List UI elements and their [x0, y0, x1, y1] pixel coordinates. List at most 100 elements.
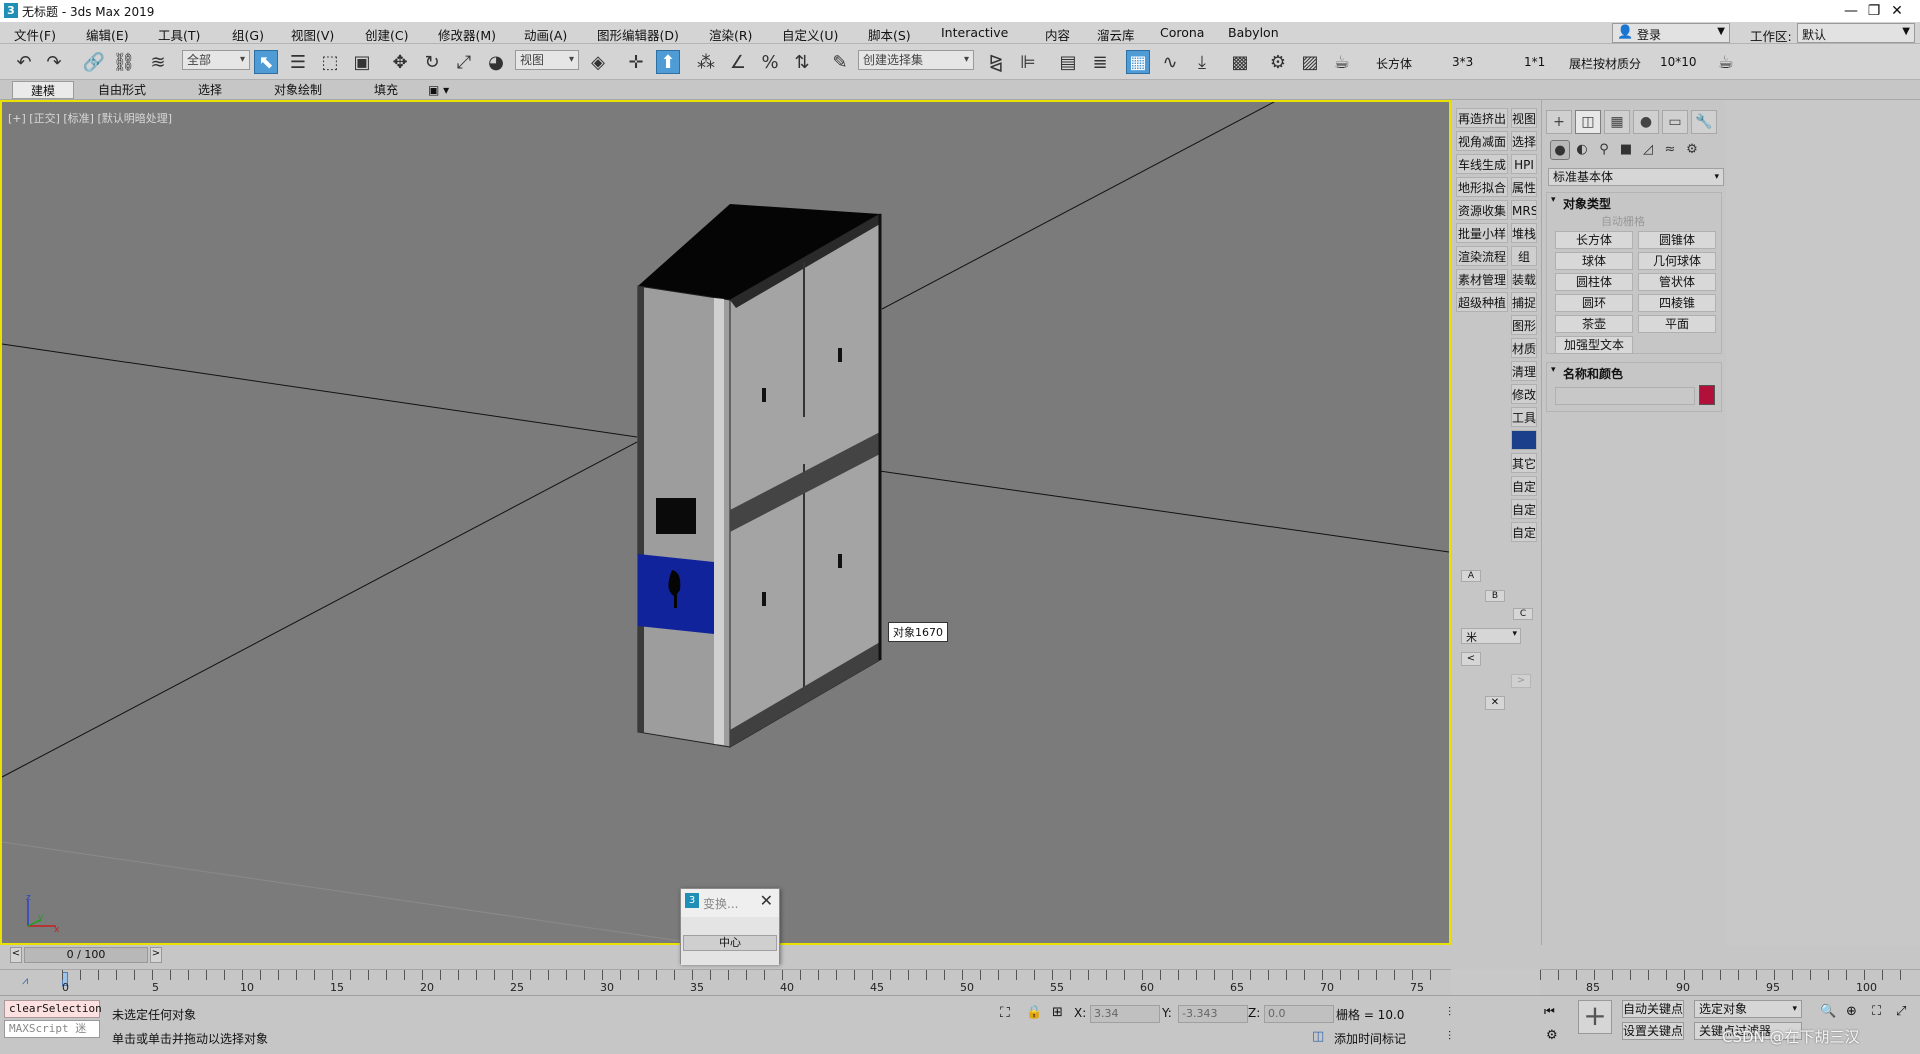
goto-start-icon[interactable]: ⏮ [1544, 1004, 1555, 1019]
maximize-viewport-icon[interactable]: ⤢ [1896, 1004, 1906, 1019]
object-name-field[interactable] [1555, 387, 1695, 405]
plugin-color-button[interactable] [1511, 430, 1537, 450]
plugin-button[interactable]: 资源收集 [1456, 200, 1508, 220]
pyramid-button[interactable]: 四棱锥 [1638, 294, 1716, 312]
scene-explorer-icon[interactable]: ▤ [1056, 50, 1080, 74]
close-plugin-button[interactable]: ✕ [1485, 696, 1505, 710]
tab-populate[interactable]: 填充 [366, 81, 406, 99]
layer-explorer-icon[interactable]: ≣ [1088, 50, 1112, 74]
prev-button[interactable]: < [1461, 652, 1481, 666]
edit-named-sets-icon[interactable]: ✎ [828, 50, 852, 74]
rollout-collapse-icon[interactable]: ▾ [1551, 195, 1556, 205]
plane-button[interactable]: 平面 [1638, 315, 1716, 333]
plugin-button[interactable]: 视角减面 [1456, 131, 1508, 151]
percent-snap-icon[interactable]: % [758, 50, 782, 74]
select-by-name-icon[interactable]: ☰ [286, 50, 310, 74]
helpers-icon[interactable]: ◿ [1638, 140, 1658, 160]
menu-graph-editors[interactable]: 图形编辑器(D) [597, 25, 679, 44]
x-coord-field[interactable]: 3.34 [1090, 1005, 1160, 1023]
workspace-dropdown[interactable]: 默认 ▼ [1797, 23, 1915, 43]
plugin-button[interactable]: 超级种植 [1456, 292, 1508, 312]
plugin-button[interactable]: 清理 [1511, 361, 1537, 381]
custom-tool-box[interactable]: 长方体 [1376, 55, 1412, 72]
maxscript-input[interactable]: MAXScript 迷 [4, 1020, 100, 1038]
lock-icon[interactable]: 🔒 [1026, 1005, 1042, 1020]
set-key-button[interactable]: 设置关键点 [1622, 1022, 1684, 1040]
shapes-icon[interactable]: ◐ [1572, 140, 1592, 160]
zoom-extents-icon[interactable]: ⛶ [1872, 1004, 1881, 1019]
rendered-frame-icon[interactable]: ▨ [1298, 50, 1322, 74]
redo-icon[interactable]: ↷ [42, 50, 66, 74]
menu-corona[interactable]: Corona [1160, 25, 1204, 40]
next-frame-button[interactable]: > [150, 947, 162, 963]
trackbar[interactable]: ⩘ 0 5 10 15 20 25 30 35 40 45 50 55 60 6… [0, 969, 1451, 995]
plugin-button[interactable]: 选择 [1511, 131, 1537, 151]
plugin-button[interactable]: 堆栈 [1511, 223, 1537, 243]
object-color-swatch[interactable] [1699, 385, 1715, 405]
button-a[interactable]: A [1461, 570, 1481, 582]
hierarchy-tab-icon[interactable]: ▦ [1604, 110, 1630, 134]
plugin-button[interactable]: 自定 [1511, 476, 1537, 496]
display-tab-icon[interactable]: ▭ [1662, 110, 1688, 134]
center-button[interactable]: 中心 [683, 935, 777, 951]
cameras-icon[interactable]: ■ [1616, 140, 1636, 160]
motion-tab-icon[interactable]: ● [1633, 110, 1659, 134]
plugin-button[interactable]: 组 [1511, 246, 1537, 266]
curve-editor-icon[interactable]: ∿ [1158, 50, 1182, 74]
move-icon[interactable]: ✥ [388, 50, 412, 74]
tab-selection[interactable]: 选择 [190, 81, 230, 99]
plugin-button[interactable]: 材质 [1511, 338, 1537, 358]
systems-icon[interactable]: ⚙ [1682, 140, 1702, 160]
close-icon[interactable]: ✕ [760, 891, 773, 910]
plugin-button[interactable]: HPI [1511, 154, 1537, 174]
plugin-button[interactable]: 素材管理 [1456, 269, 1508, 289]
menu-babylon[interactable]: Babylon [1228, 25, 1279, 40]
cylinder-button[interactable]: 圆柱体 [1555, 273, 1633, 291]
rotate-icon[interactable]: ↻ [420, 50, 444, 74]
time-tag-icon[interactable]: ◫ [1312, 1029, 1324, 1044]
menu-tools[interactable]: 工具(T) [158, 25, 200, 44]
rollout-collapse-icon[interactable]: ▾ [1551, 365, 1556, 375]
button-b[interactable]: B [1485, 590, 1505, 602]
z-coord-field[interactable]: 0.0 [1264, 1005, 1334, 1023]
textplus-button[interactable]: 加强型文本 [1555, 336, 1633, 354]
unit-dropdown[interactable]: 米 ▾ [1461, 628, 1521, 644]
schematic-view-icon[interactable]: ⤓ [1190, 50, 1214, 74]
lights-icon[interactable]: ⚲ [1594, 140, 1614, 160]
menu-rendering[interactable]: 渲染(R) [709, 25, 752, 44]
render-setup-icon[interactable]: ⚙ [1266, 50, 1290, 74]
maxscript-listener-output[interactable]: clearSelection [4, 1000, 102, 1018]
plugin-button[interactable]: MRS [1511, 200, 1537, 220]
plugin-button[interactable]: 渲染流程 [1456, 246, 1508, 266]
teapot-render-icon[interactable]: ☕ [1714, 50, 1738, 74]
plugin-button[interactable]: 地形拟合 [1456, 177, 1508, 197]
plugin-button[interactable]: 自定 [1511, 499, 1537, 519]
geosphere-button[interactable]: 几何球体 [1638, 252, 1716, 270]
menu-edit[interactable]: 编辑(E) [86, 25, 129, 44]
modify-tab-icon[interactable]: ◫ [1575, 110, 1601, 134]
button-c[interactable]: C [1513, 608, 1533, 620]
ref-coord-dropdown[interactable]: 视图 [515, 50, 579, 70]
add-time-tag[interactable]: 添加时间标记 [1334, 1030, 1406, 1047]
spinner-snap-icon[interactable]: ⇅ [790, 50, 814, 74]
zoom-icon[interactable]: 🔍 [1820, 1004, 1836, 1019]
plugin-button[interactable]: 图形 [1511, 315, 1537, 335]
menu-interactive[interactable]: Interactive [941, 25, 1008, 40]
align-icon[interactable]: ⊫ [1016, 50, 1040, 74]
undo-icon[interactable]: ↶ [12, 50, 36, 74]
bind-spacewarp-icon[interactable]: ≋ [146, 50, 170, 74]
torus-button[interactable]: 圆环 [1555, 294, 1633, 312]
tab-modeling[interactable]: 建模 [12, 81, 74, 99]
plugin-button[interactable]: 修改 [1511, 384, 1537, 404]
plugin-button[interactable]: 属性 [1511, 177, 1537, 197]
menu-group[interactable]: 组(G) [232, 25, 264, 44]
menu-scripting[interactable]: 脚本(S) [868, 25, 911, 44]
perspective-viewport[interactable]: [+] [正交] [标准] [默认明暗处理] 对象1670 z y x [0, 100, 1451, 945]
selection-filter-dropdown[interactable]: 全部 [182, 50, 250, 70]
geometry-icon[interactable]: ● [1550, 140, 1570, 160]
render-icon[interactable]: ☕ [1330, 50, 1354, 74]
link-icon[interactable]: 🔗 [82, 50, 106, 74]
tab-object-paint[interactable]: 对象绘制 [266, 81, 330, 99]
window-crossing-icon[interactable]: ▣ [350, 50, 374, 74]
select-object-icon[interactable]: ⬉ [254, 50, 278, 74]
